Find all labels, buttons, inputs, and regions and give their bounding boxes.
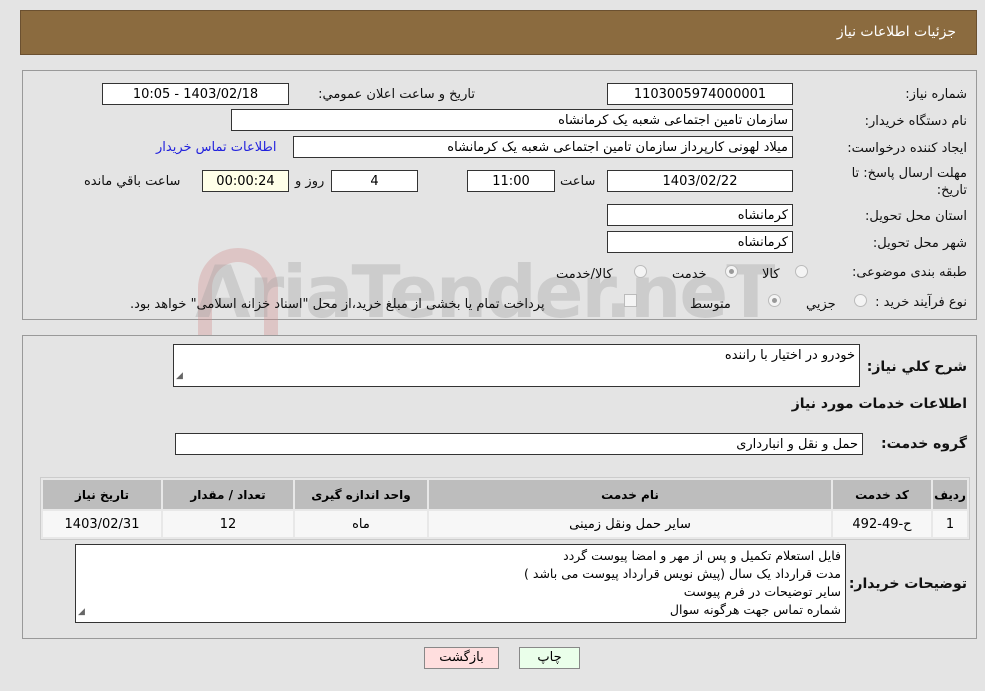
col-qty: تعداد / مقدار <box>163 480 293 509</box>
remaining-label: ساعت باقي مانده <box>84 174 181 189</box>
summary-text: خودرو در اختیار با راننده <box>724 348 855 363</box>
process-option-minor: جزيي <box>806 297 836 312</box>
category-radio-service[interactable] <box>725 265 738 278</box>
days-label: روز و <box>295 174 325 189</box>
deadline-time-field[interactable]: 11:00 <box>467 170 555 192</box>
col-unit: واحد اندازه گيری <box>295 480 427 509</box>
payment-checkbox[interactable] <box>624 294 637 307</box>
back-button[interactable]: بازگشت <box>424 647 499 669</box>
creator-field[interactable]: میلاد لهونی کارپرداز سازمان تامین اجتماع… <box>293 136 793 158</box>
page-title: جزئيات اطلاعات نياز <box>836 24 956 40</box>
need-number-label: شماره نياز: <box>905 87 967 102</box>
cell-unit: ماه <box>295 511 427 537</box>
cell-name: سایر حمل ونقل زمینی <box>429 511 831 537</box>
table-row: 1 ح-49-492 سایر حمل ونقل زمینی ماه 12 14… <box>43 511 967 537</box>
cell-code: ح-49-492 <box>833 511 931 537</box>
category-label: طبقه بندی موضوعی: <box>851 265 967 280</box>
summary-textarea[interactable]: خودرو در اختیار با راننده ◢ <box>173 344 860 387</box>
buyer-notes-label: توضيحات خريدار: <box>848 576 967 592</box>
cell-date: 1403/02/31 <box>43 511 161 537</box>
category-option-both: كالا/خدمت <box>556 267 613 282</box>
note-line: فایل استعلام تکمیل و پس از مهر و امضا پی… <box>563 548 841 563</box>
resize-grip-icon[interactable]: ◢ <box>176 367 183 385</box>
buyer-label: نام دستگاه خريدار: <box>864 114 967 129</box>
col-code: كد خدمت <box>833 480 931 509</box>
cell-qty: 12 <box>163 511 293 537</box>
col-date: تاريخ نياز <box>43 480 161 509</box>
province-label: استان محل تحويل: <box>865 209 967 224</box>
page-header: جزئيات اطلاعات نياز <box>20 10 977 55</box>
process-radio-minor[interactable] <box>854 294 867 307</box>
time-label: ساعت <box>560 174 596 189</box>
announce-label: تاريخ و ساعت اعلان عمومي: <box>318 87 475 102</box>
payment-note: پرداخت تمام يا بخشی از مبلغ خريد،از محل … <box>130 297 545 312</box>
resize-grip-icon[interactable]: ◢ <box>78 603 85 621</box>
creator-label: ايجاد كننده درخواست: <box>847 141 967 156</box>
deadline-label-2: تاريخ: <box>936 183 967 198</box>
category-radio-both[interactable] <box>634 265 647 278</box>
buyer-notes-textarea[interactable]: فایل استعلام تکمیل و پس از مهر و امضا پی… <box>75 544 846 623</box>
buyer-field[interactable]: سازمان تامین اجتماعی شعبه یک کرمانشاه <box>231 109 793 131</box>
watermark: AriaTender.neT <box>195 250 775 334</box>
note-line: سایر توضیحات در فرم پیوست <box>683 584 841 599</box>
process-option-medium: متوسط <box>690 297 731 312</box>
note-line: مدت قرارداد یک سال (پیش نویس قرارداد پیو… <box>524 566 841 581</box>
col-name: نام خدمت <box>429 480 831 509</box>
process-label: نوع فرآيند خريد : <box>875 295 967 310</box>
city-label: شهر محل تحويل: <box>872 236 967 251</box>
buyer-contact-link[interactable]: اطلاعات تماس خريدار <box>156 140 276 155</box>
process-radio-medium[interactable] <box>768 294 781 307</box>
province-field[interactable]: کرمانشاه <box>607 204 793 226</box>
announce-field[interactable]: 1403/02/18 - 10:05 <box>102 83 289 105</box>
service-group-field[interactable]: حمل و نقل و انبارداری <box>175 433 863 455</box>
category-radio-goods[interactable] <box>795 265 808 278</box>
service-group-label: گروه خدمت: <box>881 436 967 452</box>
need-number-field[interactable]: 1103005974000001 <box>607 83 793 105</box>
days-field[interactable]: 4 <box>331 170 418 192</box>
category-option-service: خدمت <box>672 267 707 282</box>
services-title: اطلاعات خدمات مورد نياز <box>791 396 967 412</box>
note-line: شماره تماس جهت هرگونه سوال <box>669 602 841 617</box>
cell-row: 1 <box>933 511 967 537</box>
col-row: رديف <box>933 480 967 509</box>
services-table: رديف كد خدمت نام خدمت واحد اندازه گيری ت… <box>40 477 970 540</box>
city-field[interactable]: کرمانشاه <box>607 231 793 253</box>
summary-label: شرح كلي نياز: <box>866 359 967 375</box>
print-button[interactable]: چاپ <box>519 647 580 669</box>
deadline-label: مهلت ارسال پاسخ: تا <box>851 166 967 181</box>
remaining-time-field: 00:00:24 <box>202 170 289 192</box>
table-header-row: رديف كد خدمت نام خدمت واحد اندازه گيری ت… <box>43 480 967 509</box>
deadline-date-field[interactable]: 1403/02/22 <box>607 170 793 192</box>
category-option-goods: كالا <box>762 267 780 282</box>
